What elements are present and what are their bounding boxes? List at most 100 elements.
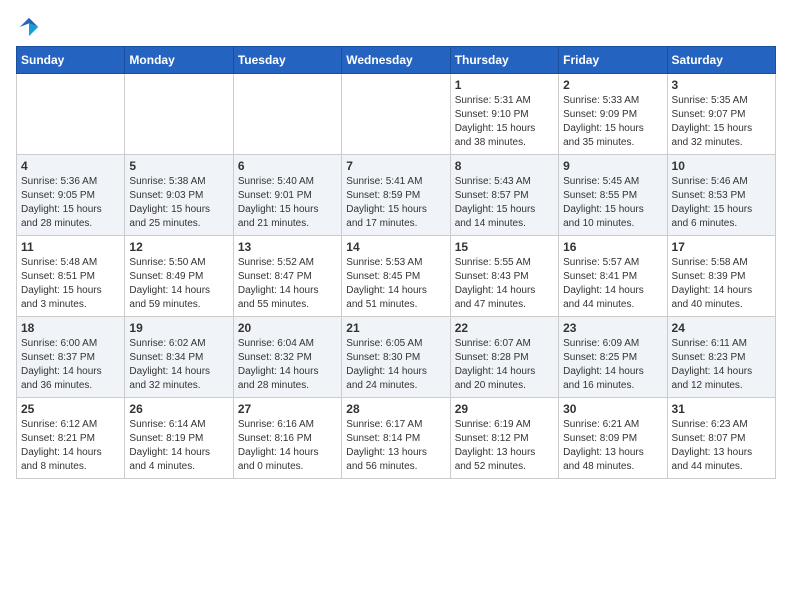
calendar-day-header: Monday: [125, 47, 233, 74]
day-info: Sunrise: 5:33 AM Sunset: 9:09 PM Dayligh…: [563, 94, 662, 150]
calendar-cell: [233, 74, 341, 155]
calendar-day-header: Saturday: [667, 47, 775, 74]
calendar-cell: 19 Sunrise: 6:02 AM Sunset: 8:34 PM Dayli…: [125, 317, 233, 398]
day-info: Sunrise: 6:23 AM Sunset: 8:07 PM Dayligh…: [672, 418, 771, 474]
calendar-cell: 11 Sunrise: 5:48 AM Sunset: 8:51 PM Dayli…: [17, 236, 125, 317]
day-info: Sunrise: 6:21 AM Sunset: 8:09 PM Dayligh…: [563, 418, 662, 474]
calendar-cell: [342, 74, 450, 155]
calendar-cell: 29 Sunrise: 6:19 AM Sunset: 8:12 PM Dayli…: [450, 398, 558, 479]
day-number: 26: [129, 402, 228, 416]
calendar-cell: 26 Sunrise: 6:14 AM Sunset: 8:19 PM Dayli…: [125, 398, 233, 479]
calendar-cell: 22 Sunrise: 6:07 AM Sunset: 8:28 PM Dayli…: [450, 317, 558, 398]
day-number: 20: [238, 321, 337, 335]
calendar-cell: 2Sunrise: 5:33 AM Sunset: 9:09 PM Daylig…: [559, 74, 667, 155]
day-number: 8: [455, 159, 554, 173]
calendar-cell: 13Sunrise: 5:52 AM Sunset: 8:47 PM Dayli…: [233, 236, 341, 317]
day-info: Sunrise: 6:16 AM Sunset: 8:16 PM Dayligh…: [238, 418, 337, 474]
calendar-cell: 9 Sunrise: 5:45 AM Sunset: 8:55 PM Daylig…: [559, 155, 667, 236]
day-number: 12: [129, 240, 228, 254]
calendar-week-row: 25 Sunrise: 6:12 AM Sunset: 8:21 PM Dayli…: [17, 398, 776, 479]
calendar-cell: 24Sunrise: 6:11 AM Sunset: 8:23 PM Dayli…: [667, 317, 775, 398]
calendar-week-row: 4 Sunrise: 5:36 AM Sunset: 9:05 PM Daylig…: [17, 155, 776, 236]
day-number: 27: [238, 402, 337, 416]
day-number: 10: [672, 159, 771, 173]
day-number: 15: [455, 240, 554, 254]
calendar-cell: 7Sunrise: 5:41 AM Sunset: 8:59 PM Daylig…: [342, 155, 450, 236]
day-number: 18: [21, 321, 120, 335]
day-info: Sunrise: 5:46 AM Sunset: 8:53 PM Dayligh…: [672, 175, 771, 231]
calendar-week-row: 18 Sunrise: 6:00 AM Sunset: 8:37 PM Dayli…: [17, 317, 776, 398]
calendar-cell: 21 Sunrise: 6:05 AM Sunset: 8:30 PM Dayli…: [342, 317, 450, 398]
day-number: 31: [672, 402, 771, 416]
day-number: 11: [21, 240, 120, 254]
calendar-cell: 10 Sunrise: 5:46 AM Sunset: 8:53 PM Dayli…: [667, 155, 775, 236]
day-info: Sunrise: 5:36 AM Sunset: 9:05 PM Dayligh…: [21, 175, 120, 231]
day-info: Sunrise: 6:07 AM Sunset: 8:28 PM Dayligh…: [455, 337, 554, 393]
calendar-header-row: SundayMondayTuesdayWednesdayThursdayFrid…: [17, 47, 776, 74]
calendar-cell: 8 Sunrise: 5:43 AM Sunset: 8:57 PM Daylig…: [450, 155, 558, 236]
day-info: Sunrise: 6:09 AM Sunset: 8:25 PM Dayligh…: [563, 337, 662, 393]
page-header: [16, 16, 776, 38]
day-info: Sunrise: 6:00 AM Sunset: 8:37 PM Dayligh…: [21, 337, 120, 393]
calendar-cell: 6 Sunrise: 5:40 AM Sunset: 9:01 PM Daylig…: [233, 155, 341, 236]
calendar-cell: 16 Sunrise: 5:57 AM Sunset: 8:41 PM Dayli…: [559, 236, 667, 317]
day-number: 1: [455, 78, 554, 92]
day-number: 14: [346, 240, 445, 254]
calendar-cell: 30 Sunrise: 6:21 AM Sunset: 8:09 PM Dayli…: [559, 398, 667, 479]
day-info: Sunrise: 6:17 AM Sunset: 8:14 PM Dayligh…: [346, 418, 445, 474]
calendar-table: SundayMondayTuesdayWednesdayThursdayFrid…: [16, 46, 776, 479]
day-number: 5: [129, 159, 228, 173]
day-number: 17: [672, 240, 771, 254]
day-number: 30: [563, 402, 662, 416]
day-info: Sunrise: 5:57 AM Sunset: 8:41 PM Dayligh…: [563, 256, 662, 312]
day-info: Sunrise: 6:14 AM Sunset: 8:19 PM Dayligh…: [129, 418, 228, 474]
calendar-day-header: Thursday: [450, 47, 558, 74]
day-number: 22: [455, 321, 554, 335]
day-info: Sunrise: 5:52 AM Sunset: 8:47 PM Dayligh…: [238, 256, 337, 312]
calendar-cell: [17, 74, 125, 155]
calendar-cell: 3Sunrise: 5:35 AM Sunset: 9:07 PM Daylig…: [667, 74, 775, 155]
day-number: 21: [346, 321, 445, 335]
day-number: 4: [21, 159, 120, 173]
day-info: Sunrise: 6:05 AM Sunset: 8:30 PM Dayligh…: [346, 337, 445, 393]
logo: [16, 16, 40, 38]
day-info: Sunrise: 6:12 AM Sunset: 8:21 PM Dayligh…: [21, 418, 120, 474]
calendar-day-header: Friday: [559, 47, 667, 74]
day-number: 19: [129, 321, 228, 335]
day-info: Sunrise: 5:31 AM Sunset: 9:10 PM Dayligh…: [455, 94, 554, 150]
day-info: Sunrise: 5:58 AM Sunset: 8:39 PM Dayligh…: [672, 256, 771, 312]
day-info: Sunrise: 5:41 AM Sunset: 8:59 PM Dayligh…: [346, 175, 445, 231]
calendar-cell: 15Sunrise: 5:55 AM Sunset: 8:43 PM Dayli…: [450, 236, 558, 317]
calendar-cell: 18 Sunrise: 6:00 AM Sunset: 8:37 PM Dayli…: [17, 317, 125, 398]
calendar-day-header: Sunday: [17, 47, 125, 74]
day-number: 6: [238, 159, 337, 173]
calendar-cell: 27 Sunrise: 6:16 AM Sunset: 8:16 PM Dayli…: [233, 398, 341, 479]
calendar-cell: 23 Sunrise: 6:09 AM Sunset: 8:25 PM Dayli…: [559, 317, 667, 398]
day-info: Sunrise: 6:04 AM Sunset: 8:32 PM Dayligh…: [238, 337, 337, 393]
day-info: Sunrise: 5:43 AM Sunset: 8:57 PM Dayligh…: [455, 175, 554, 231]
day-number: 28: [346, 402, 445, 416]
day-info: Sunrise: 6:19 AM Sunset: 8:12 PM Dayligh…: [455, 418, 554, 474]
calendar-cell: 1 Sunrise: 5:31 AM Sunset: 9:10 PM Daylig…: [450, 74, 558, 155]
calendar-cell: 14 Sunrise: 5:53 AM Sunset: 8:45 PM Dayli…: [342, 236, 450, 317]
logo-icon: [18, 16, 40, 38]
day-info: Sunrise: 5:48 AM Sunset: 8:51 PM Dayligh…: [21, 256, 120, 312]
calendar-cell: 25 Sunrise: 6:12 AM Sunset: 8:21 PM Dayli…: [17, 398, 125, 479]
calendar-week-row: 1 Sunrise: 5:31 AM Sunset: 9:10 PM Daylig…: [17, 74, 776, 155]
day-number: 29: [455, 402, 554, 416]
day-number: 9: [563, 159, 662, 173]
day-info: Sunrise: 6:02 AM Sunset: 8:34 PM Dayligh…: [129, 337, 228, 393]
calendar-cell: 20 Sunrise: 6:04 AM Sunset: 8:32 PM Dayli…: [233, 317, 341, 398]
day-number: 16: [563, 240, 662, 254]
day-number: 23: [563, 321, 662, 335]
day-info: Sunrise: 5:40 AM Sunset: 9:01 PM Dayligh…: [238, 175, 337, 231]
calendar-cell: 28 Sunrise: 6:17 AM Sunset: 8:14 PM Dayli…: [342, 398, 450, 479]
calendar-cell: 4 Sunrise: 5:36 AM Sunset: 9:05 PM Daylig…: [17, 155, 125, 236]
calendar-cell: 17 Sunrise: 5:58 AM Sunset: 8:39 PM Dayli…: [667, 236, 775, 317]
day-info: Sunrise: 5:38 AM Sunset: 9:03 PM Dayligh…: [129, 175, 228, 231]
day-info: Sunrise: 5:45 AM Sunset: 8:55 PM Dayligh…: [563, 175, 662, 231]
day-info: Sunrise: 5:53 AM Sunset: 8:45 PM Dayligh…: [346, 256, 445, 312]
calendar-cell: 31 Sunrise: 6:23 AM Sunset: 8:07 PM Dayli…: [667, 398, 775, 479]
day-info: Sunrise: 5:35 AM Sunset: 9:07 PM Dayligh…: [672, 94, 771, 150]
day-number: 25: [21, 402, 120, 416]
